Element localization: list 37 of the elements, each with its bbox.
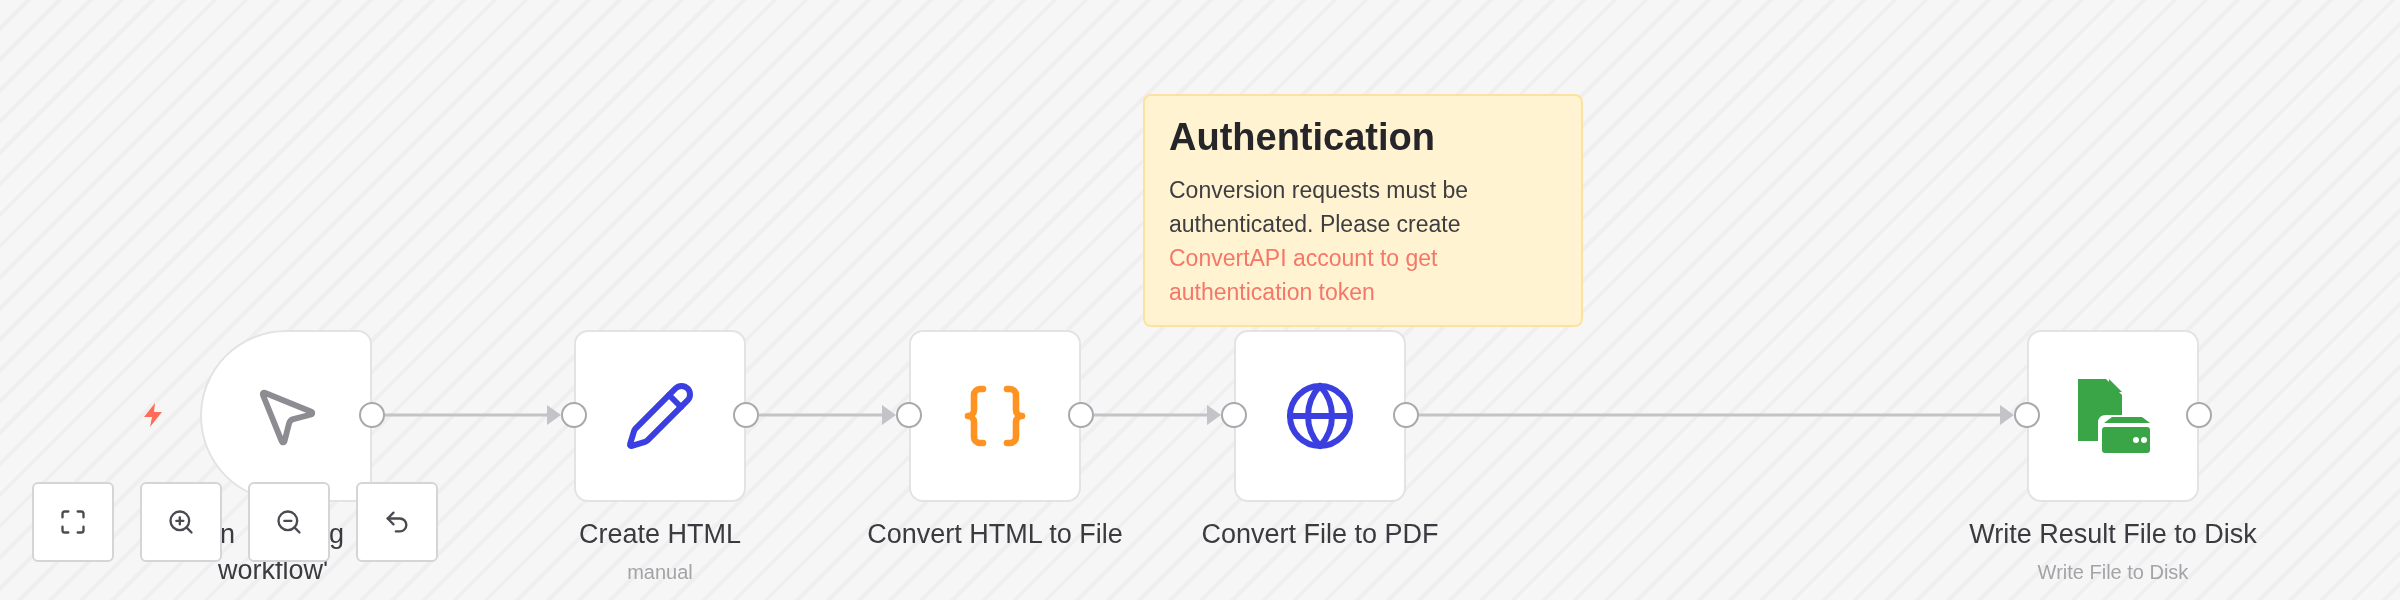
- zoom-out-icon: [275, 508, 303, 536]
- zoom-out-button[interactable]: [248, 482, 330, 562]
- node-subtitle: Write File to Disk: [2036, 561, 2190, 584]
- note-text: Conversion requests must be authenticated. Please create: [1169, 176, 1470, 239]
- node-title: Write Result File to Disk: [1968, 519, 2258, 550]
- input-handle[interactable]: [1221, 402, 1247, 428]
- output-handle[interactable]: [2186, 402, 2212, 428]
- node-title: Create HTML: [577, 519, 742, 550]
- workflow-node[interactable]: [2027, 330, 2199, 502]
- output-handle[interactable]: [733, 402, 759, 428]
- node-subtitle: manual: [626, 561, 694, 584]
- node-title: n: [220, 519, 236, 550]
- input-handle[interactable]: [2014, 402, 2040, 428]
- trigger-node[interactable]: [200, 330, 372, 502]
- node-title: Convert HTML to File: [866, 519, 1124, 550]
- sticky-note[interactable]: Authentication Conversion requests must be authenticated. Please create ConvertAPI account to get authentication token: [1143, 94, 1583, 327]
- lightning-icon: [142, 403, 164, 427]
- file-disk-icon: [2076, 379, 2150, 453]
- pencil-icon: [624, 380, 696, 452]
- fit-view-button[interactable]: [32, 482, 114, 562]
- node-title: g: [329, 519, 345, 550]
- output-handle[interactable]: [1393, 402, 1419, 428]
- zoom-in-icon: [167, 508, 195, 536]
- node-title: workflow': [218, 555, 329, 586]
- output-handle[interactable]: [1068, 402, 1094, 428]
- input-handle[interactable]: [896, 402, 922, 428]
- zoom-in-button[interactable]: [140, 482, 222, 562]
- workflow-node[interactable]: [909, 330, 1081, 502]
- reset-zoom-button[interactable]: [356, 482, 438, 562]
- input-handle[interactable]: [561, 402, 587, 428]
- note-title: Authentication: [1169, 116, 1436, 159]
- output-handle[interactable]: [359, 402, 385, 428]
- node-title: Convert File to PDF: [1200, 519, 1440, 550]
- workflow-node[interactable]: [1234, 330, 1406, 502]
- globe-icon: [1284, 380, 1356, 452]
- workflow-node[interactable]: [574, 330, 746, 502]
- fit-view-icon: [59, 508, 87, 536]
